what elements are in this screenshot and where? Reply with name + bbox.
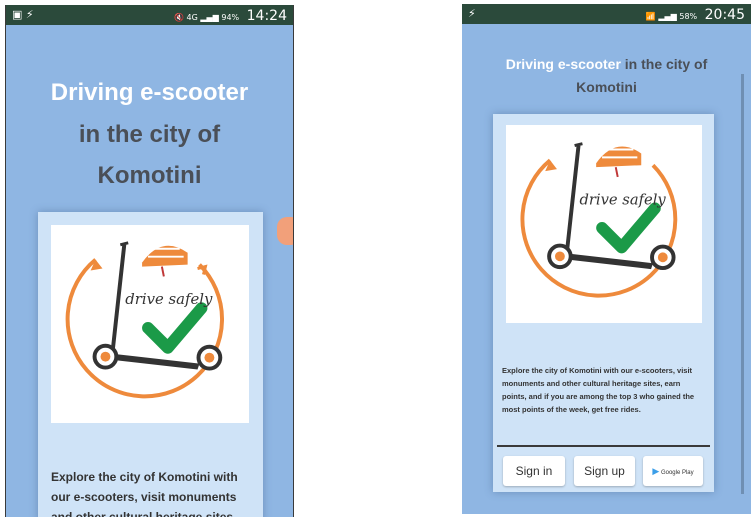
page-title-line-1: Driving e-scooter in the city of: [462, 56, 751, 72]
sign-in-button[interactable]: Sign in: [503, 456, 565, 486]
status-left-icons: ▣ ⚡: [12, 8, 34, 21]
status-right: 📶 ▂▄▆ 58% 20:45: [646, 7, 745, 23]
title-rest: in the city of: [620, 56, 708, 72]
status-icons: 🔇 4G ▂▄▆ 94%: [174, 13, 240, 22]
status-time: 14:24: [246, 8, 287, 24]
scrollbar[interactable]: [741, 74, 744, 494]
card-description: Explore the city of Komotini with our e-…: [502, 366, 695, 414]
status-time: 20:45: [704, 7, 745, 23]
card-description: Explore the city of Komotini with our e-…: [51, 470, 238, 517]
intro-card: drive safely Explore the city of Komotin…: [38, 212, 263, 517]
status-bar: ▣ ⚡ 🔇 4G ▂▄▆ 94% 14:24: [6, 5, 293, 25]
status-icons: 📶 ▂▄▆ 58%: [645, 12, 698, 21]
logo-text: drive safely: [580, 191, 667, 208]
drive-safely-logo: drive safely: [506, 125, 702, 323]
status-right: 🔇 4G ▂▄▆ 94% 14:24: [174, 8, 287, 24]
scooter-helmet-check-icon: drive safely: [520, 142, 678, 298]
google-play-button[interactable]: ▶ Google Play: [643, 456, 703, 486]
drive-safely-logo: drive safely: [51, 225, 249, 423]
page-title-line-2: in the city of: [78, 121, 221, 148]
google-play-label: Google Play: [660, 470, 694, 476]
sign-up-button[interactable]: Sign up: [574, 456, 635, 486]
page-title-line-1: Driving e-scooter: [50, 79, 249, 106]
title-highlight: Driving e-scooter: [505, 56, 621, 72]
google-play-icon: ▶: [652, 466, 660, 476]
scooter-helmet-check-icon: drive safely: [65, 241, 224, 399]
status-bar: ⚡ 📶 ▂▄▆ 58% 20:45: [462, 4, 751, 24]
page-title-line-2: Komotini: [576, 79, 637, 95]
status-left-icons: ⚡: [468, 7, 476, 20]
phone-screen-left: ▣ ⚡ 🔇 4G ▂▄▆ 94% 14:24 Driving e-scooter…: [5, 5, 294, 517]
scroll-handle[interactable]: [277, 217, 293, 245]
page-title-line-3: Komotini: [97, 162, 202, 189]
phone-screen-right: ⚡ 📶 ▂▄▆ 58% 20:45 Driving e-scooter in t…: [462, 4, 751, 514]
divider: [497, 445, 710, 447]
logo-text: drive safely: [125, 290, 213, 308]
intro-card: drive safely Explore the city of Komotin…: [493, 114, 714, 492]
